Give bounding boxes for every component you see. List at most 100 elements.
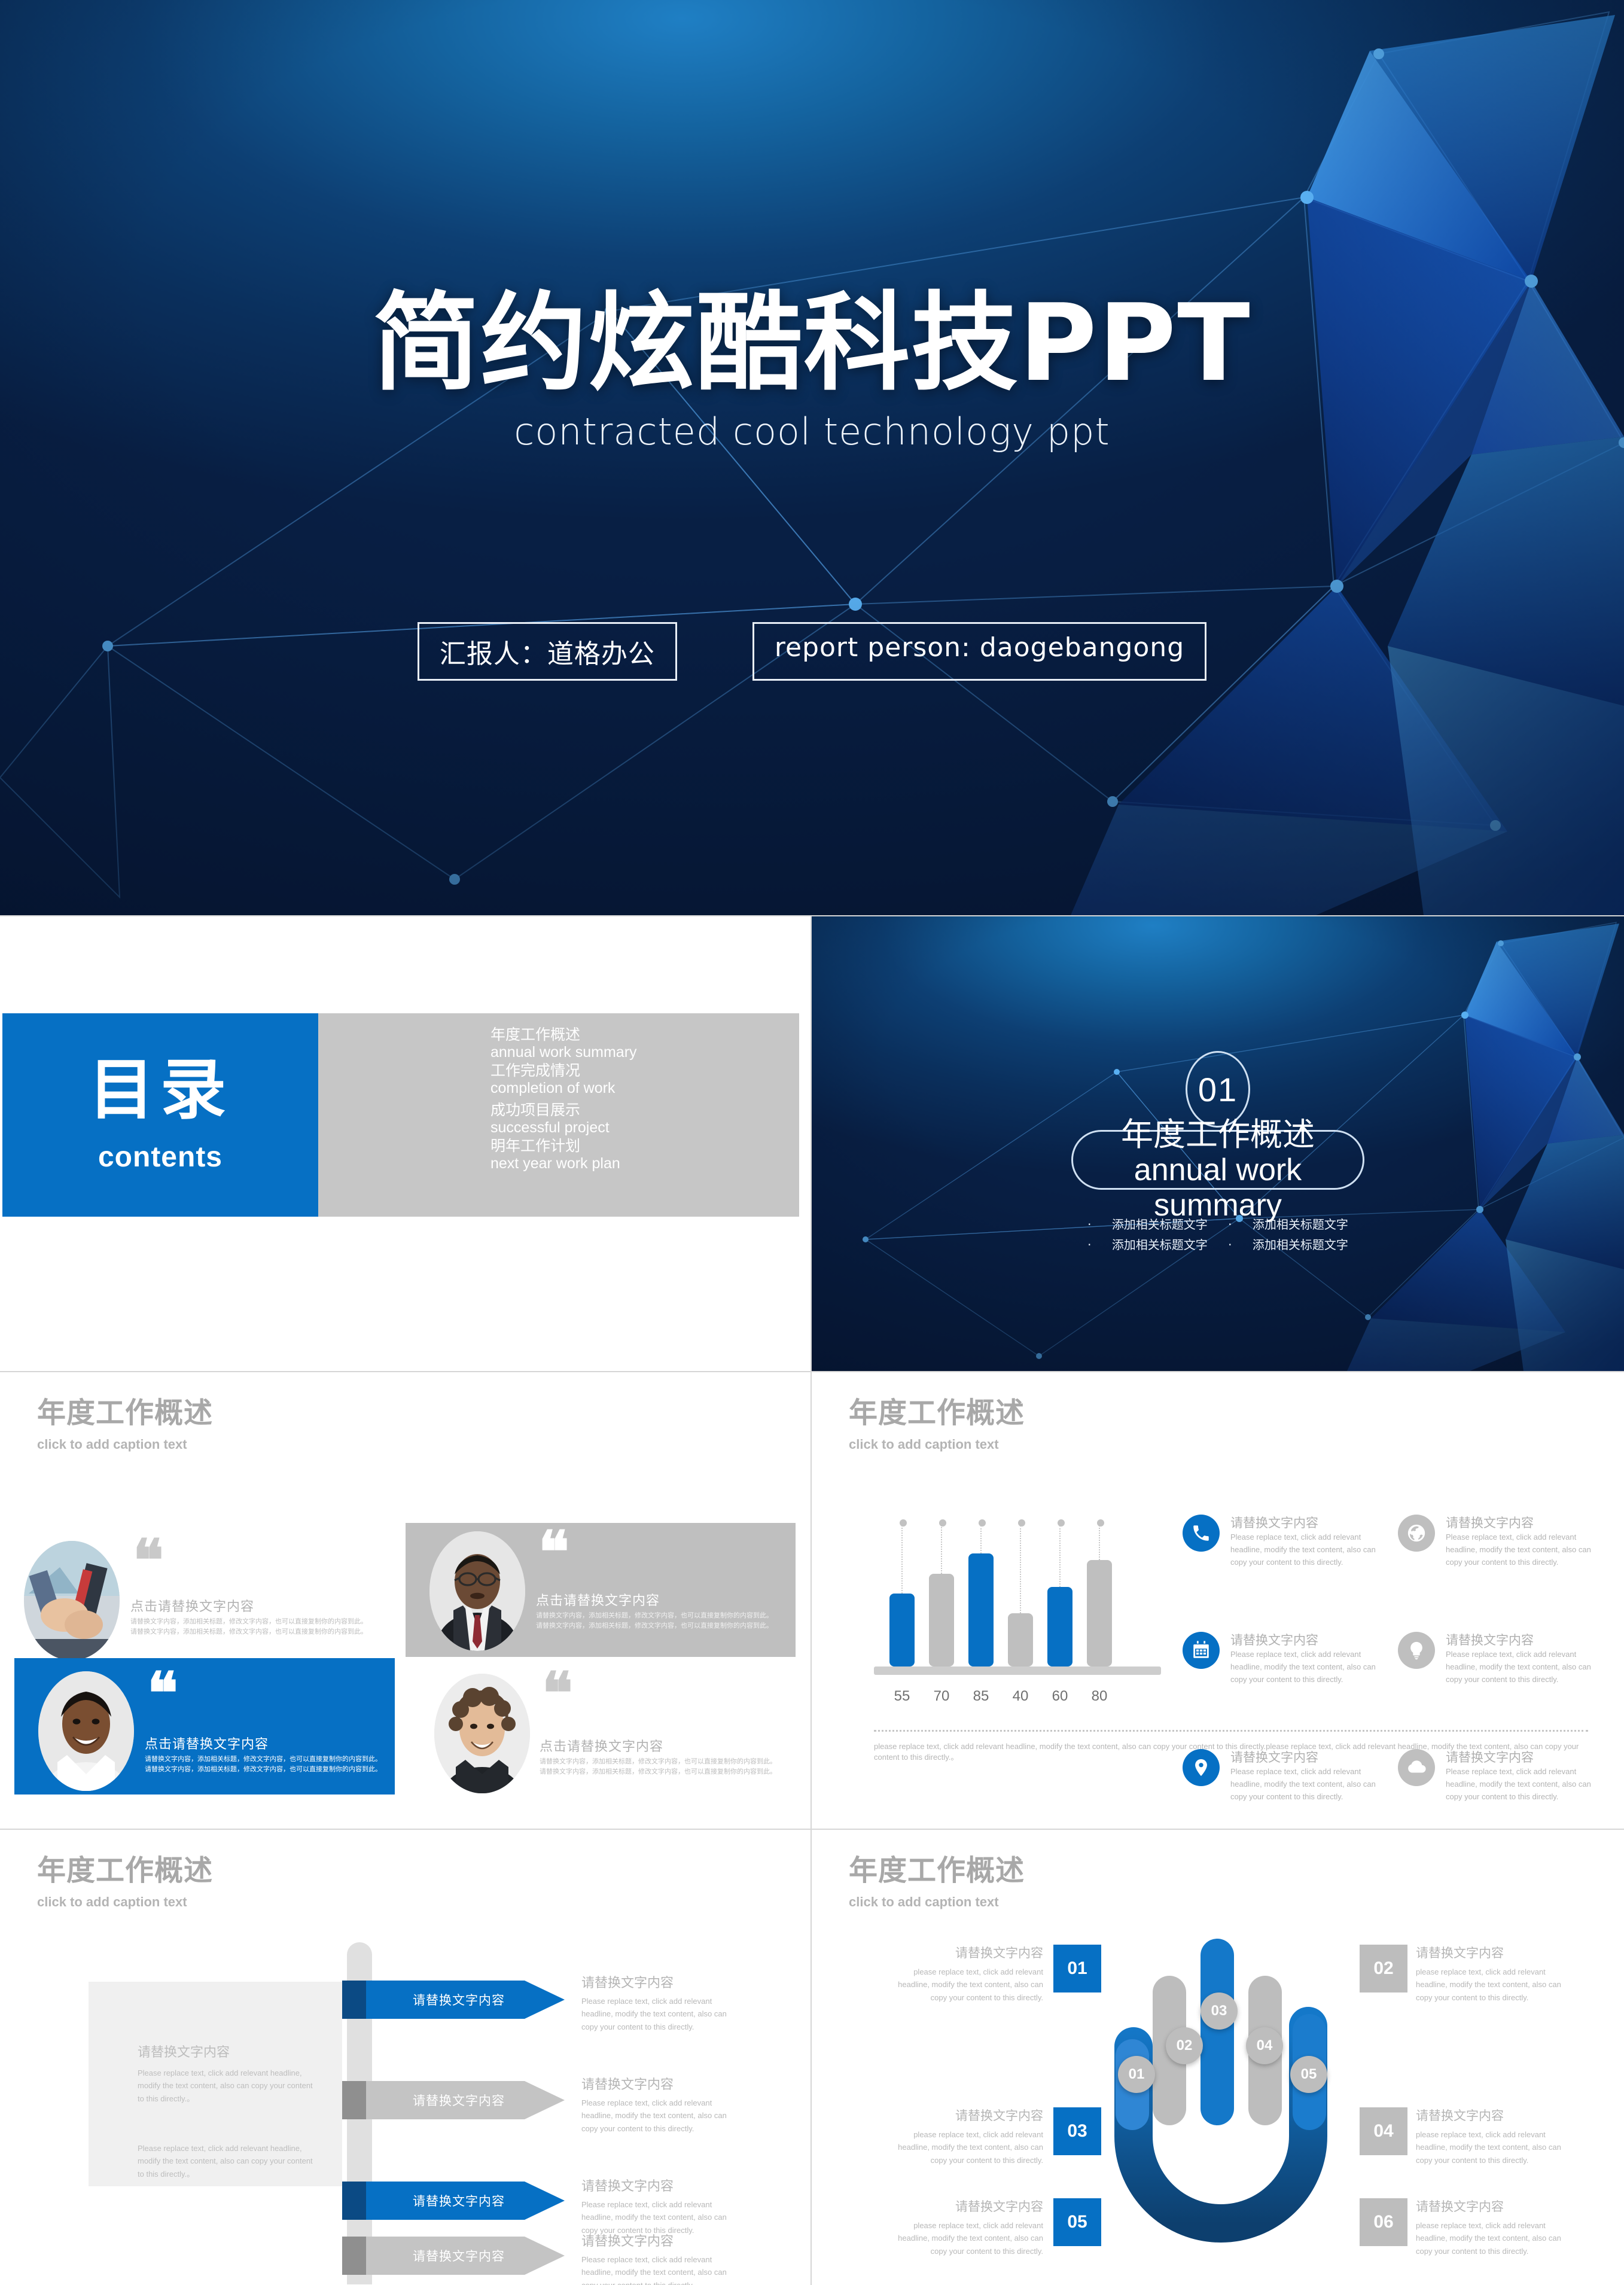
u-title: 请替换文字内容 [955, 2199, 1043, 2214]
bar [929, 1519, 954, 1666]
u-body: please replace text, click add relevant … [898, 1967, 1043, 2002]
bar-stem [1097, 1519, 1104, 1560]
arrow-label: 请替换文字内容 [413, 2249, 505, 2263]
arrow-description: 请替换文字内容 Please replace text, click add r… [581, 2176, 743, 2237]
u-badge[interactable]: 02 [1166, 2027, 1203, 2064]
arrow-tail [342, 1981, 366, 2019]
contents-item-4[interactable]: 明年工作计划 next year work plan [490, 1137, 664, 1172]
section-bullet-4: 添加相关标题文字 [1252, 1238, 1348, 1252]
arrow-description: 请替换文字内容 Please replace text, click add r… [581, 2074, 743, 2135]
bar-stem [900, 1519, 907, 1594]
slide-caption: click to add caption text [37, 1894, 187, 1909]
u-badge[interactable]: 04 [1246, 2027, 1283, 2064]
lightbulb-icon [1398, 1632, 1435, 1669]
arrow-row[interactable]: 请替换文字内容 [342, 2182, 565, 2220]
presenter-row: 汇报人：道格办公 report person: daogebangong [0, 622, 1624, 681]
u-number-left-01[interactable]: 01 [1053, 1945, 1101, 1992]
feature-title: 请替换文字内容 [1446, 1633, 1534, 1647]
u-badge[interactable]: 01 [1118, 2056, 1155, 2093]
quote-body: 请替换文字内容，添加相关标题，修改文字内容，也可以直接复制你的内容到此。请替换文… [536, 1611, 773, 1630]
x-tick-label: 55 [894, 1688, 910, 1704]
quote-title: 点击请替换文字内容 [536, 1594, 660, 1608]
arrow-description-body: Please replace text, click add relevant … [581, 1997, 727, 2031]
bar [1008, 1519, 1033, 1666]
contents-item-3[interactable]: 成功项目展示 successful project [490, 1101, 664, 1137]
slide-header: 年度工作概述 click to add caption text [37, 1389, 213, 1452]
arrow-row[interactable]: 请替换文字内容 [342, 2237, 565, 2275]
quote-body: 请替换文字内容，添加相关标题，修改文字内容，也可以直接复制你的内容到此。请替换文… [130, 1617, 367, 1636]
u-number-left-05[interactable]: 05 [1053, 2198, 1101, 2246]
slide-header: 年度工作概述 click to add caption text [849, 1389, 1025, 1452]
contents-heading-en: contents [97, 1141, 223, 1173]
u-number-right-04[interactable]: 04 [1360, 2107, 1407, 2155]
quote-body: 请替换文字内容，添加相关标题，修改文字内容，也可以直接复制你的内容到此。请替换文… [540, 1757, 776, 1776]
arrow-description-body: Please replace text, click add relevant … [581, 2098, 727, 2133]
arrow-row[interactable]: 请替换文字内容 [342, 2081, 565, 2119]
bar-series [874, 1517, 1161, 1666]
u-body: please replace text, click add relevant … [1416, 2221, 1561, 2256]
u-badge[interactable]: 05 [1290, 2056, 1327, 2093]
divider-dotted [874, 1730, 1588, 1732]
slide-u-diagram: 年度工作概述 click to add caption text 01 02 0… [812, 1830, 1624, 2285]
quote-card[interactable]: ❝ 点击请替换文字内容 请替换文字内容，添加相关标题，修改文字内容，也可以直接复… [413, 1664, 796, 1793]
quote-icon: ❝ [538, 1518, 569, 1586]
contents-item-1[interactable]: 年度工作概述 annual work summary [490, 1026, 664, 1061]
bar-stem [1058, 1519, 1065, 1587]
quote-card[interactable]: ❝ 点击请替换文字内容 请替换文字内容，添加相关标题，修改文字内容，也可以直接复… [13, 1531, 396, 1661]
slide-deck: 简约炫酷科技PPT contracted cool technology ppt… [0, 0, 1624, 2285]
contents-item-3-cn: 成功项目展示 [490, 1101, 581, 1119]
u-body: please replace text, click add relevant … [898, 2130, 1043, 2165]
presenter-cn-badge[interactable]: 汇报人：道格办公 [417, 622, 677, 681]
chart-baseline [874, 1666, 1161, 1675]
bar [1087, 1519, 1112, 1666]
bullet-mark-2: · [1228, 1217, 1232, 1232]
page-title: 简约炫酷科技PPT [373, 281, 1251, 405]
u-title: 请替换文字内容 [1416, 2199, 1504, 2214]
contents-item-2-cn: 工作完成情况 [490, 1062, 581, 1079]
u-title: 请替换文字内容 [955, 2109, 1043, 2123]
contents-item-4-cn: 明年工作计划 [490, 1137, 581, 1154]
bar-stem [939, 1519, 946, 1574]
avatar [38, 1671, 134, 1791]
calendar-icon [1183, 1632, 1220, 1669]
contents-item-2[interactable]: 工作完成情况 completion of work [490, 1062, 664, 1097]
bar-chart: 55 70 85 40 60 80 [874, 1516, 1161, 1704]
arrow-description: 请替换文字内容 Please replace text, click add r… [581, 2231, 743, 2285]
avatar [429, 1531, 525, 1651]
section-bullet-2: 添加相关标题文字 [1252, 1217, 1348, 1232]
arrow-label: 请替换文字内容 [413, 2194, 505, 2208]
summary-panel-body-1: Please replace text, click add relevant … [138, 2068, 313, 2103]
u-number-left-03[interactable]: 03 [1053, 2107, 1101, 2155]
section-title-en-1: annual work [1134, 1153, 1302, 1188]
u-number-right-06[interactable]: 06 [1360, 2198, 1407, 2246]
grid-line [811, 916, 812, 2285]
u-title: 请替换文字内容 [1416, 2109, 1504, 2123]
u-number-right-02[interactable]: 02 [1360, 1945, 1407, 1992]
quote-card[interactable]: ❝ 点击请替换文字内容 请替换文字内容，添加相关标题，修改文字内容，也可以直接复… [14, 1658, 395, 1795]
arrow-description: 请替换文字内容 Please replace text, click add r… [581, 1972, 743, 2033]
bar [968, 1519, 994, 1666]
bullet-mark-1: · [1087, 1217, 1092, 1232]
u-text-left-03: 请替换文字内容 please replace text, click add r… [891, 2106, 1043, 2167]
arrow-tail [342, 2081, 366, 2119]
hero-content: 简约炫酷科技PPT contracted cool technology ppt… [0, 0, 1624, 915]
u-text-left-01: 请替换文字内容 please replace text, click add r… [891, 1943, 1043, 2004]
avatar [24, 1541, 120, 1661]
summary-panel: 请替换文字内容 Please replace text, click add r… [89, 1982, 342, 2186]
chart-footnote: please replace text, click add relevant … [874, 1742, 1579, 1762]
section-bullets: · 添加相关标题文字 · 添加相关标题文字 · 添加相关标题文字 · 添加相关标… [812, 1214, 1624, 1255]
bar [1047, 1519, 1072, 1666]
arrow-description-title: 请替换文字内容 [581, 1976, 674, 1991]
x-tick-label: 40 [1012, 1688, 1029, 1704]
u-body: please replace text, click add relevant … [898, 2221, 1043, 2256]
slide-arrow-list: 年度工作概述 click to add caption text 请替换文字内容… [0, 1830, 811, 2285]
u-badge[interactable]: 03 [1201, 1992, 1238, 2030]
slide-caption: click to add caption text [37, 1437, 187, 1452]
slide-title: 年度工作概述 [37, 1854, 214, 1887]
quote-card[interactable]: ❝ 点击请替换文字内容 请替换文字内容，添加相关标题，修改文字内容，也可以直接复… [406, 1523, 796, 1657]
contents-item-1-cn: 年度工作概述 [490, 1026, 581, 1043]
arrow-row[interactable]: 请替换文字内容 [342, 1981, 565, 2019]
presenter-en-badge[interactable]: report person: daogebangong [752, 622, 1207, 681]
page-subtitle: contracted cool technology ppt [514, 410, 1110, 453]
avatar [434, 1674, 530, 1793]
